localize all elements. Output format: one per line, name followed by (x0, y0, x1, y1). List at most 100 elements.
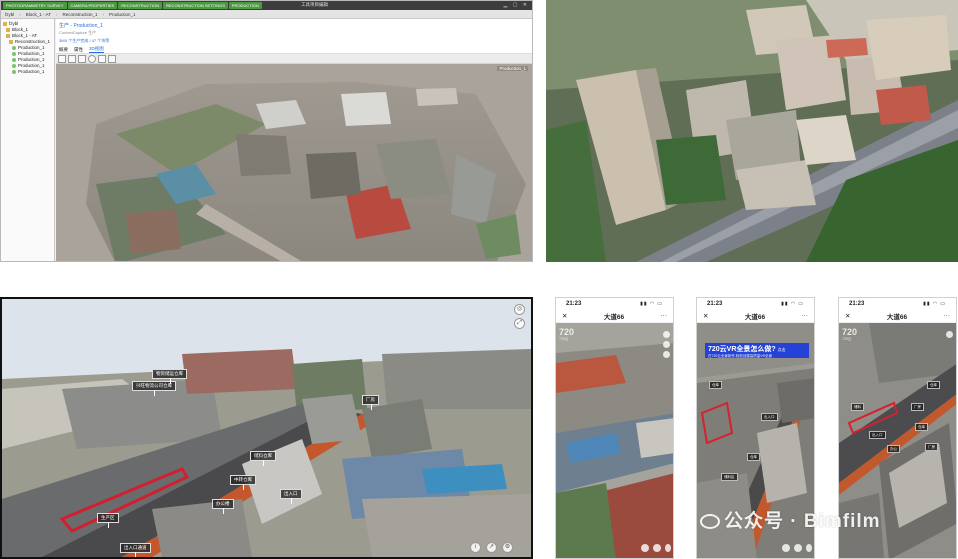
tab-general[interactable]: 概要 (59, 47, 68, 53)
tab-properties[interactable]: 属性 (74, 47, 83, 53)
vr-badge: 720 720云 (842, 327, 858, 341)
panorama-tag[interactable]: 厂房 (925, 443, 938, 451)
panorama-tag[interactable]: 仓库 (709, 381, 722, 389)
status-dot-icon (12, 70, 16, 74)
scene-tag[interactable]: 办公楼 (212, 499, 234, 514)
gyro-icon[interactable] (946, 331, 953, 338)
folder-icon (9, 40, 13, 44)
ribbon-tab-camera[interactable]: CAMERA PROPERTIES (67, 2, 118, 9)
watermark: 公众号 · Bimfilm (700, 506, 881, 533)
aerial-photo (546, 0, 958, 262)
ribbon-tab-production[interactable]: PRODUCTION (228, 2, 262, 9)
window-title: 工具项目编辑 (301, 2, 328, 7)
window-controls[interactable]: ▁ ▢ ✕ (503, 2, 529, 8)
panorama-view[interactable]: 720 720云 (556, 323, 673, 558)
folder-icon (6, 28, 10, 32)
status-bar: 21:23 ▮▮ ◠ ▭ (556, 298, 673, 309)
panorama-tag[interactable]: 出入口 (869, 431, 886, 439)
production-title: 生产 - Production_1 (59, 23, 103, 29)
status-dot-icon (12, 52, 16, 56)
breadcrumb-item[interactable]: Reconstruction_1 (62, 12, 97, 17)
close-icon[interactable]: ✕ (845, 312, 850, 320)
camera-icon[interactable] (98, 54, 106, 63)
share-icon[interactable]: ↗ (486, 542, 497, 553)
panorama-tag[interactable]: 办公 (887, 445, 900, 453)
nav-bar: ✕ 大道66 ··· (839, 309, 956, 323)
desktop-app-window: PHOTOGRAMMETRY SURVEY CAMERA PROPERTIES … (0, 0, 533, 262)
panorama-tag[interactable]: 出入口 (761, 413, 778, 421)
layers-icon[interactable] (78, 54, 86, 63)
gyro-icon[interactable] (663, 331, 670, 338)
share-icon[interactable] (806, 544, 812, 552)
tree-item-production[interactable]: Production_1 (3, 69, 52, 75)
grid-icon[interactable] (68, 54, 76, 63)
vr-mode-icon[interactable] (663, 341, 670, 348)
panorama-tag[interactable]: 仓库 (747, 453, 760, 461)
status-bar: 21:23 ▮▮ ◠ ▭ (839, 298, 956, 309)
like-icon[interactable] (782, 544, 790, 552)
nav-bar: ✕ 大道66 ··· (556, 309, 673, 323)
production-panel: 生产 - Production_1 ContextCapture 生产 3MX … (56, 19, 532, 261)
page-title: 大道66 (603, 313, 625, 321)
fullscreen-icon[interactable]: ⤢ (514, 318, 525, 329)
3d-viewport[interactable]: Production_1 (56, 64, 532, 261)
scene-tag[interactable]: 出入口通道 (120, 543, 151, 557)
signal-icon: ▮▮ ◠ ▭ (640, 300, 663, 307)
panorama-tag[interactable]: 厂房 (911, 403, 924, 411)
comment-icon[interactable] (653, 544, 661, 552)
breadcrumb-item[interactable]: fzybl (5, 12, 14, 17)
status-dot-icon (12, 46, 16, 50)
more-icon[interactable]: ··· (944, 312, 951, 319)
status-time: 21:23 (849, 300, 865, 307)
panorama-tag[interactable]: 仓库 (927, 381, 940, 389)
ribbon-bar: PHOTOGRAMMETRY SURVEY CAMERA PROPERTIES … (1, 1, 532, 10)
scene-tag[interactable]: 厂房 (362, 395, 379, 410)
production-subtabs: 概要 属性 3D视图 (56, 46, 532, 54)
scene-tag[interactable]: 储料仓库 (250, 451, 276, 466)
breadcrumb-item[interactable]: Production_1 (109, 12, 136, 17)
page-title: 大道66 (744, 313, 766, 321)
ribbon-tab-reconstruction[interactable]: RECONSTRUCTION (118, 2, 162, 9)
close-icon[interactable]: ✕ (562, 312, 567, 320)
panorama-tag[interactable]: 储料 (851, 403, 864, 411)
page-title: 大道66 (886, 313, 908, 321)
tab-3d-view[interactable]: 3D视图 (89, 46, 104, 53)
info-icon[interactable]: i (470, 542, 481, 553)
close-icon[interactable]: ✕ (703, 312, 708, 320)
panorama-tag[interactable]: 仓库 (915, 423, 928, 431)
scene-render (2, 299, 531, 557)
3d-scene-view[interactable]: 兴旺物流公司仓库 物资储运仓库 厂房 储料仓库 中转仓库 出入口 生产区 办公楼… (0, 297, 533, 559)
promo-banner[interactable]: 720云VR全景怎么做? 点击 在720云全景制作,轻松创建高质量VR全景 (705, 343, 809, 358)
ribbon-tab-survey[interactable]: PHOTOGRAMMETRY SURVEY (3, 2, 67, 9)
audio-icon[interactable] (663, 351, 670, 358)
eye-icon[interactable] (88, 54, 96, 63)
viewport-toolbar (56, 54, 532, 64)
more-icon[interactable]: ··· (802, 312, 809, 319)
like-icon[interactable] (641, 544, 649, 552)
production-stat: 3MX 个生产完成 / 47 个块等 (59, 38, 110, 43)
settings-icon[interactable]: ⚙ (502, 542, 513, 553)
measure-icon[interactable] (108, 54, 116, 63)
scene-tag[interactable]: 出入口 (280, 489, 302, 504)
wechat-icon (700, 514, 720, 530)
more-icon[interactable]: ··· (661, 312, 668, 319)
scene-tag[interactable]: 中转仓库 (230, 475, 256, 490)
panorama-tag[interactable]: 储料区 (721, 473, 738, 481)
vr-badge: 720 720云 (559, 327, 575, 341)
signal-icon: ▮▮ ◠ ▭ (781, 300, 804, 307)
reality-mesh-render (56, 64, 532, 261)
scene-tag[interactable]: 物资储运仓库 (152, 369, 187, 384)
signal-icon: ▮▮ ◠ ▭ (923, 300, 946, 307)
share-icon[interactable] (665, 544, 671, 552)
compass-icon[interactable]: ◎ (514, 304, 525, 315)
scene-tag[interactable]: 生产区 (97, 513, 119, 528)
home-icon[interactable] (58, 54, 66, 63)
breadcrumb-item[interactable]: Block_1 - AT (26, 12, 51, 17)
aerial-photo-render (546, 0, 958, 262)
folder-icon (3, 22, 7, 26)
project-tree: fzybl Block_1 Block_1 - AT Reconstructio… (1, 19, 55, 261)
nav-bar: ✕ 大道66 ··· (697, 309, 814, 323)
comment-icon[interactable] (794, 544, 802, 552)
panorama-render (556, 323, 673, 558)
ribbon-tab-reconstruction-settings[interactable]: RECONSTRUCTION SETTINGS (163, 2, 228, 9)
